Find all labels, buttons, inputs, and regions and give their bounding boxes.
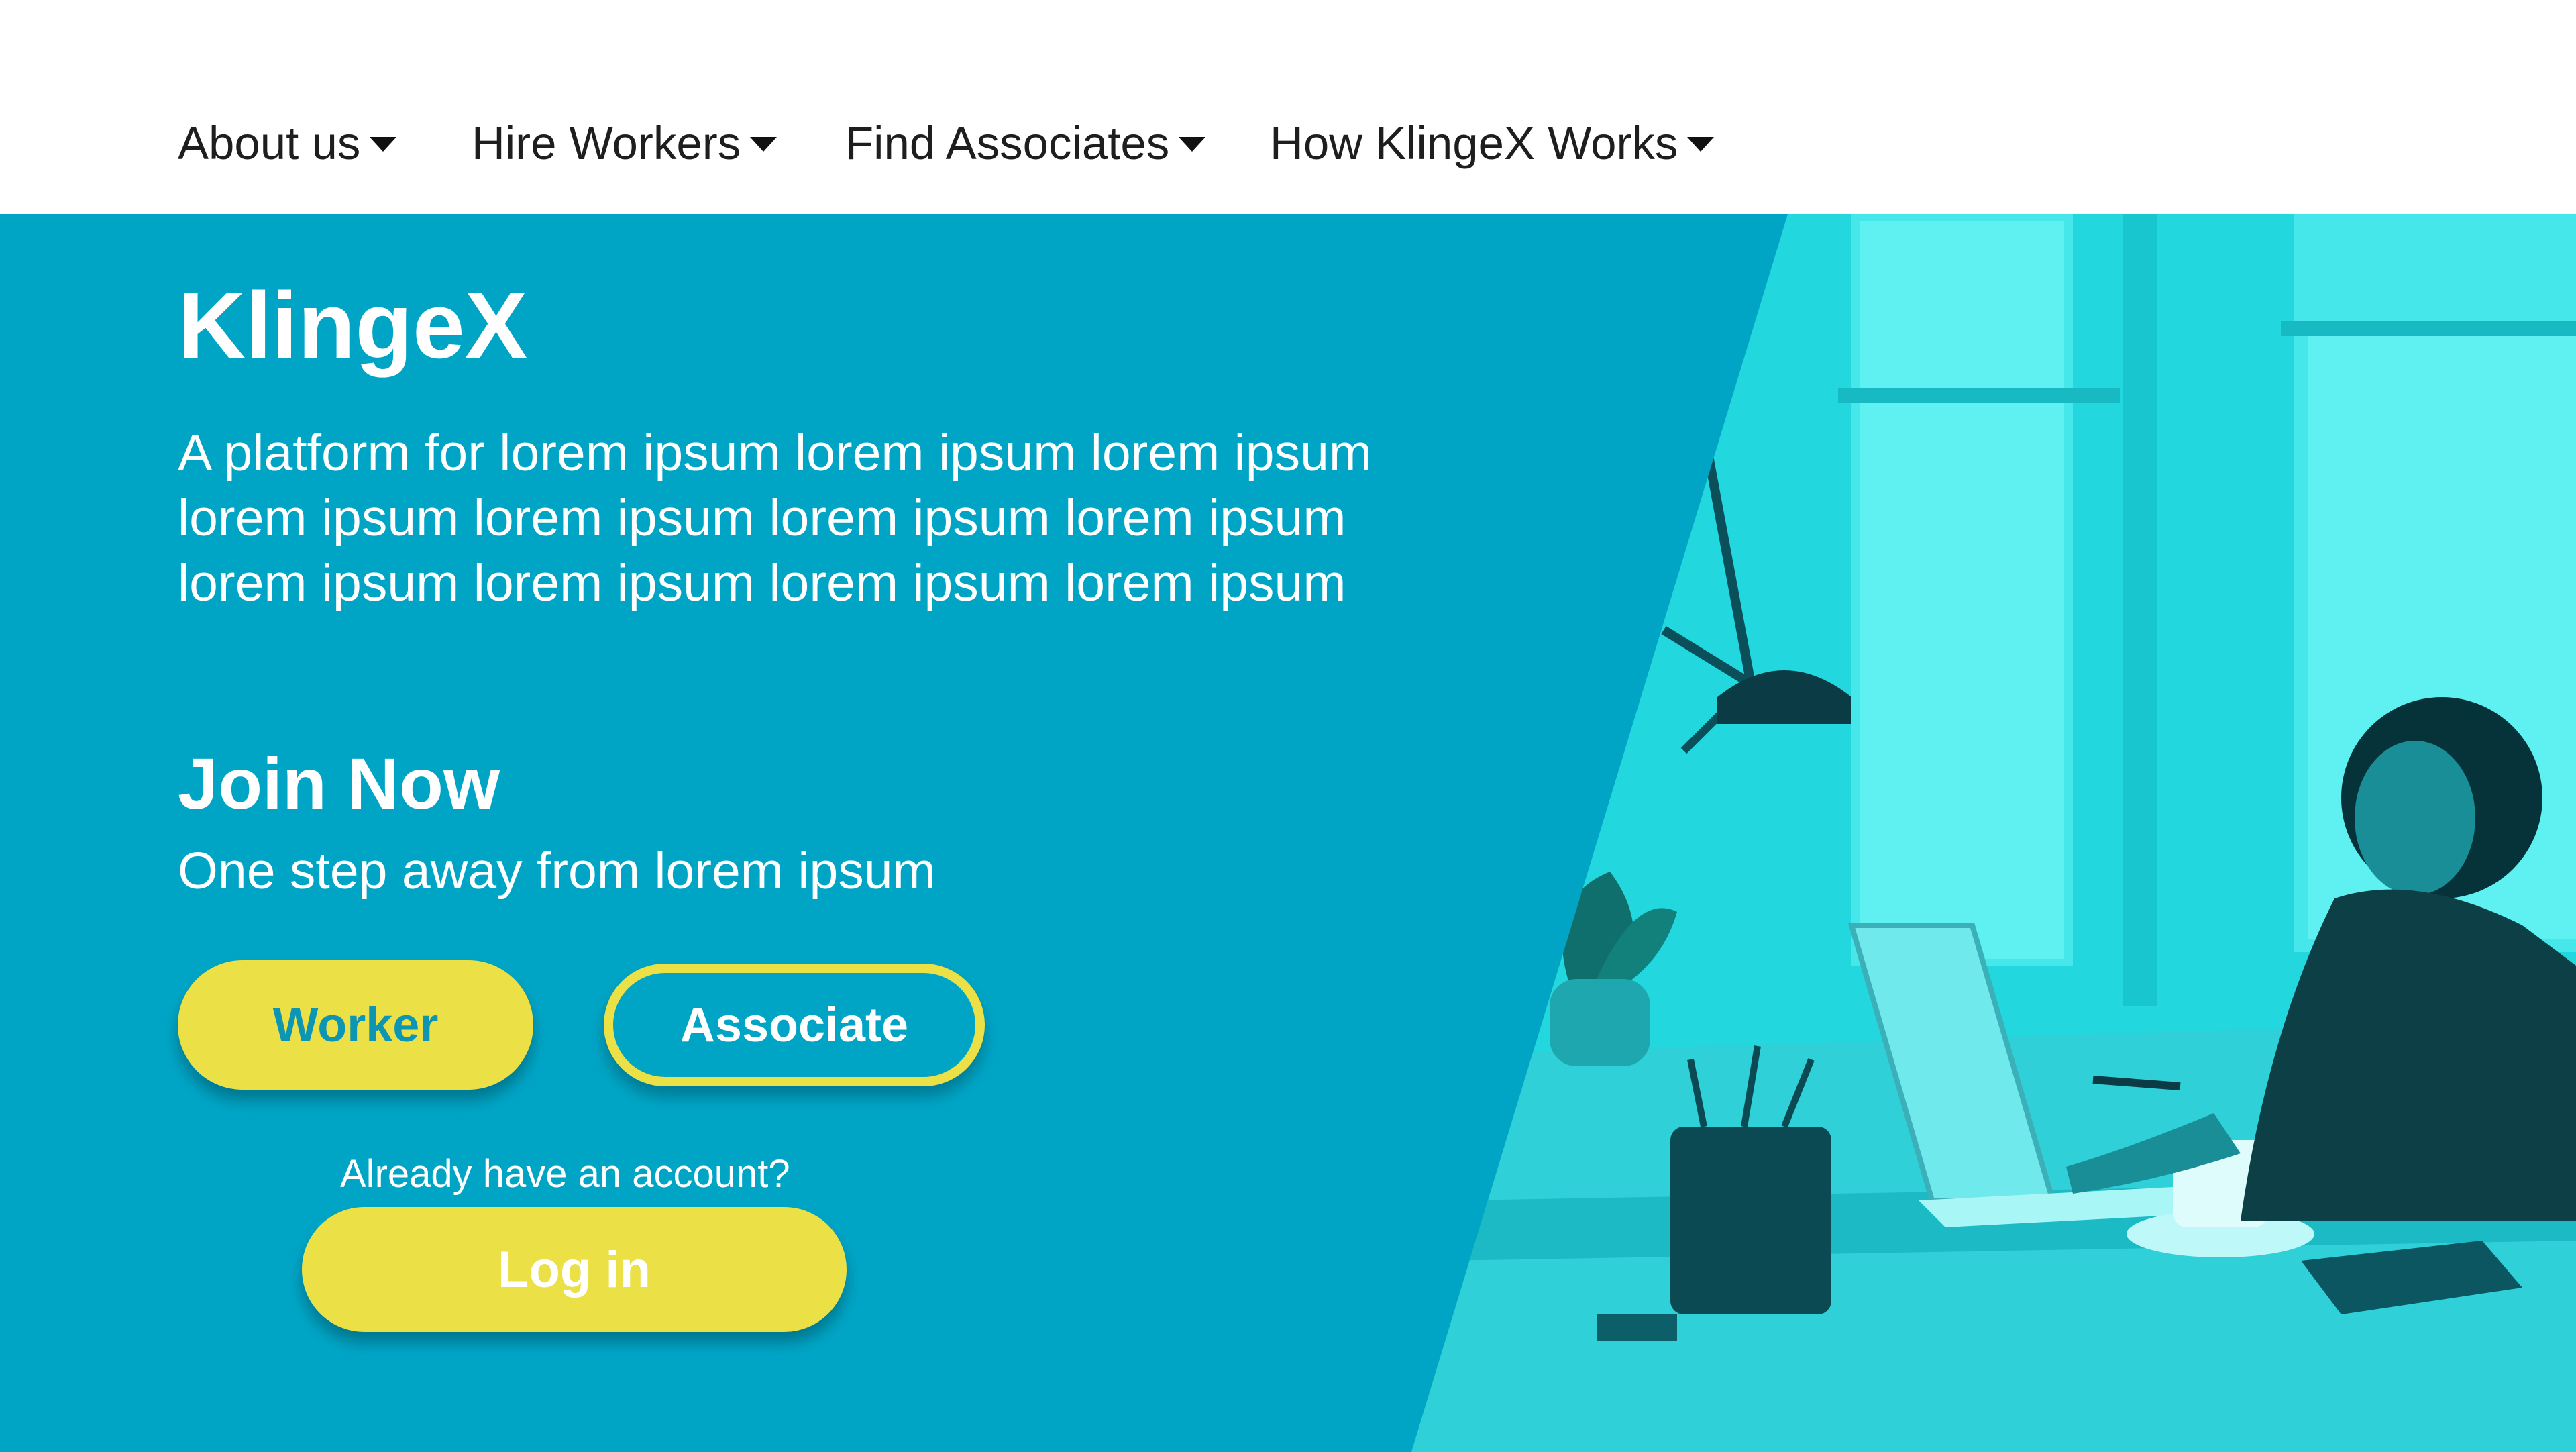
nav-how-klingex-works[interactable]: How KlingeX Works <box>1270 113 1715 173</box>
caret-down-icon <box>1687 137 1715 152</box>
login-button[interactable]: Log in <box>302 1207 847 1332</box>
top-navigation: About us Hire Workers Find Associates Ho… <box>0 0 2576 214</box>
caret-down-icon <box>1179 137 1206 152</box>
worker-button-label: Worker <box>272 998 439 1052</box>
nav-hire-workers[interactable]: Hire Workers <box>472 113 777 173</box>
brand-title: KlingeX <box>178 272 528 378</box>
join-now-subtitle: One step away from lorem ipsum <box>178 842 936 900</box>
tagline: A platform for lorem ipsum lorem ipsum l… <box>178 424 1373 612</box>
associate-button[interactable]: Associate <box>604 964 985 1086</box>
nav-find-associates-label: Find Associates <box>845 117 1170 169</box>
hero-section: KlingeX A platform for lorem ipsum lorem… <box>0 214 2576 1452</box>
nav-how-klingex-works-label: How KlingeX Works <box>1270 117 1678 169</box>
login-button-label: Log in <box>498 1241 651 1298</box>
caret-down-icon <box>750 137 777 152</box>
caret-down-icon <box>370 137 397 152</box>
worker-button[interactable]: Worker <box>178 960 533 1090</box>
nav-about-us-label: About us <box>178 117 361 169</box>
join-now-heading: Join Now <box>178 743 500 824</box>
associate-button-label: Associate <box>680 998 909 1052</box>
nav-hire-workers-label: Hire Workers <box>472 117 741 169</box>
nav-find-associates[interactable]: Find Associates <box>845 113 1206 173</box>
account-question: Already have an account? <box>340 1152 790 1196</box>
nav-about-us[interactable]: About us <box>178 113 397 173</box>
